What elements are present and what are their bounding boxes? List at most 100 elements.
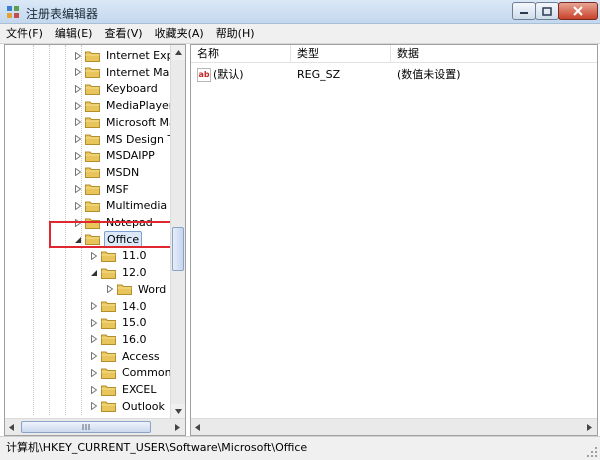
folder-icon — [85, 183, 100, 196]
tree-node[interactable]: Common — [89, 364, 174, 381]
arrow-left-icon[interactable] — [195, 424, 200, 431]
tree-node[interactable]: Access — [89, 348, 162, 365]
collapsed-arrow-icon[interactable] — [73, 51, 82, 60]
collapsed-arrow-icon[interactable] — [73, 101, 82, 110]
arrow-left-icon[interactable] — [9, 424, 14, 431]
collapsed-arrow-icon[interactable] — [89, 385, 98, 394]
values-horizontal-scrollbar[interactable] — [191, 418, 597, 435]
collapsed-arrow-icon[interactable] — [89, 368, 98, 377]
tree-node[interactable]: Outlook — [89, 398, 167, 415]
tree-node-label: EXCEL — [122, 383, 157, 396]
client-area: Internet Explor Internet Mail a Keyboard Me… — [0, 44, 600, 436]
minimize-icon — [520, 12, 528, 14]
folder-icon — [101, 350, 116, 363]
menu-favorites[interactable]: 收藏夹(A) — [149, 24, 210, 44]
tree-node[interactable]: EXCEL — [89, 381, 158, 398]
folder-icon — [85, 100, 100, 112]
grip-icon — [82, 424, 90, 430]
tree-node-label: MSDN — [106, 165, 140, 179]
tree-node-label: Common — [122, 366, 172, 380]
tree-node-label: Word — [138, 282, 167, 296]
close-button[interactable] — [558, 2, 598, 20]
tree-guide-line — [33, 45, 34, 415]
collapsed-arrow-icon[interactable] — [89, 335, 98, 344]
menu-view[interactable]: 查看(V) — [98, 24, 148, 44]
tree-node-label: 14.0 — [122, 299, 147, 313]
tree-vertical-scrollbar[interactable] — [170, 45, 185, 419]
tree-node[interactable]: 12.0 — [89, 264, 149, 281]
folder-icon — [85, 50, 100, 62]
tree-node[interactable]: Multimedia — [73, 197, 169, 214]
column-header-data[interactable]: 数据 — [391, 45, 597, 63]
menu-help[interactable]: 帮助(H) — [210, 24, 261, 44]
folder-icon — [101, 250, 116, 262]
collapsed-arrow-icon[interactable] — [105, 285, 114, 294]
tree-node-label: 11.0 — [122, 249, 147, 263]
tree-node-label: Keyboard — [106, 82, 158, 96]
scrollbar-thumb[interactable] — [21, 421, 151, 433]
resize-grip-icon[interactable] — [586, 446, 598, 458]
scroll-down-button[interactable] — [171, 404, 185, 419]
tree-node[interactable]: 15.0 — [89, 314, 149, 331]
tree-node-label: Outlook — [122, 399, 165, 413]
minimize-button[interactable] — [512, 2, 536, 20]
status-bar: 计算机\HKEY_CURRENT_USER\Software\Microsoft… — [0, 436, 600, 460]
collapsed-arrow-icon[interactable] — [73, 135, 82, 144]
column-header-name[interactable]: 名称 — [191, 45, 291, 63]
tree-node[interactable]: Word — [105, 281, 168, 298]
collapsed-arrow-icon[interactable] — [73, 185, 82, 194]
maximize-icon — [542, 6, 552, 16]
values-list[interactable]: 名称 类型 数据 ab (默认) REG_SZ (数值未设置) — [190, 44, 598, 436]
column-header-type[interactable]: 类型 — [291, 45, 391, 63]
folder-icon — [117, 283, 132, 296]
value-data: (数值未设置) — [397, 68, 461, 81]
tree-node[interactable]: 11.0 — [89, 247, 149, 264]
arrow-down-icon — [174, 409, 182, 414]
expanded-arrow-icon[interactable] — [89, 268, 98, 277]
collapsed-arrow-icon[interactable] — [73, 151, 82, 160]
value-type: REG_SZ — [297, 68, 341, 81]
window-title: 注册表编辑器 — [26, 7, 99, 21]
tree-node-label: Access — [122, 349, 160, 363]
arrow-right-icon[interactable] — [175, 424, 180, 431]
tree-node[interactable]: MSDN — [73, 164, 141, 181]
collapsed-arrow-icon[interactable] — [89, 251, 98, 260]
maximize-button[interactable] — [535, 2, 559, 20]
tree-horizontal-scrollbar[interactable] — [5, 418, 185, 435]
tree-node[interactable]: 14.0 — [89, 298, 149, 315]
menu-edit[interactable]: 编辑(E) — [49, 24, 99, 44]
scrollbar-thumb[interactable] — [172, 227, 184, 271]
collapsed-arrow-icon[interactable] — [89, 402, 98, 411]
collapsed-arrow-icon[interactable] — [89, 352, 98, 361]
folder-icon — [85, 200, 100, 212]
scroll-up-button[interactable] — [171, 45, 185, 60]
tree-node[interactable]: 16.0 — [89, 331, 149, 348]
tree-node[interactable]: Keyboard — [73, 80, 160, 97]
collapsed-arrow-icon[interactable] — [73, 84, 82, 93]
collapsed-arrow-icon[interactable] — [89, 318, 98, 327]
tree-node-label: MediaPlayer — [106, 99, 174, 113]
tree-node-label: Multimedia — [106, 199, 168, 213]
collapsed-arrow-icon[interactable] — [73, 118, 82, 127]
tree-node[interactable]: MediaPlayer — [73, 97, 175, 114]
folder-icon — [85, 150, 100, 162]
tree-node-label: 16.0 — [122, 332, 147, 346]
tree-node[interactable]: Microsoft Mar — [73, 114, 182, 131]
registry-tree[interactable]: Internet Explor Internet Mail a Keyboard Me… — [4, 44, 186, 436]
collapsed-arrow-icon[interactable] — [73, 168, 82, 177]
highlight-box — [49, 221, 182, 248]
tree-node-label: MSF — [106, 182, 129, 196]
collapsed-arrow-icon[interactable] — [89, 302, 98, 311]
arrow-right-icon[interactable] — [587, 424, 592, 431]
folder-icon — [85, 83, 100, 95]
folder-icon — [101, 267, 116, 279]
folder-icon — [85, 116, 100, 129]
collapsed-arrow-icon[interactable] — [73, 201, 82, 210]
menu-bar: 文件(F) 编辑(E) 查看(V) 收藏夹(A) 帮助(H) — [0, 24, 600, 44]
menu-file[interactable]: 文件(F) — [0, 24, 49, 44]
collapsed-arrow-icon[interactable] — [73, 68, 82, 77]
folder-icon — [101, 400, 116, 413]
tree-node[interactable]: MSF — [73, 181, 131, 198]
string-value-icon: ab — [197, 68, 211, 82]
tree-node[interactable]: MSDAIPP — [73, 147, 157, 164]
